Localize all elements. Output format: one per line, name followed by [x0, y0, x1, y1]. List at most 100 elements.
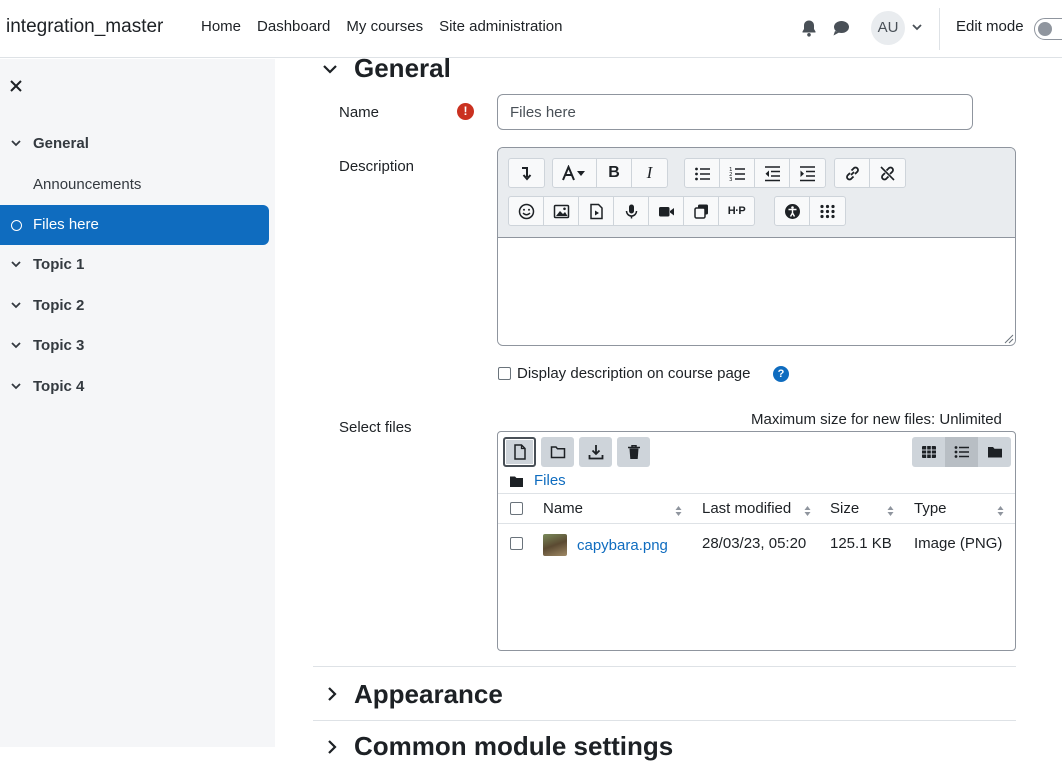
drawer-section-topic-2[interactable]: Topic 2	[0, 286, 269, 326]
chevron-down-icon[interactable]	[10, 258, 22, 270]
edit-mode-toggle[interactable]	[1034, 18, 1062, 40]
list-view-button[interactable]	[945, 437, 978, 467]
main-content: General Name ! Description B I	[275, 53, 1062, 761]
collapse-icon[interactable]	[509, 159, 544, 187]
icon-view-button[interactable]	[912, 437, 945, 467]
drawer-item-label: General	[33, 135, 89, 152]
delete-button[interactable]	[617, 437, 650, 467]
bold-icon[interactable]: B	[597, 159, 632, 187]
tree-view-button[interactable]	[978, 437, 1011, 467]
column-last-modified[interactable]: Last modified	[702, 500, 791, 517]
help-icon[interactable]: ?	[773, 366, 789, 382]
name-input[interactable]	[497, 94, 973, 130]
drawer-item-label: Topic 4	[33, 378, 85, 395]
file-manager: Files Name Last modified Size Type capyb…	[497, 431, 1016, 651]
ordered-list-icon[interactable]: 123	[720, 159, 755, 187]
toolbar-group-style: B I	[552, 158, 668, 188]
drawer-section-topic-4[interactable]: Topic 4	[0, 367, 269, 407]
top-navbar: integration_master Home Dashboard My cou…	[0, 0, 1062, 58]
user-avatar[interactable]: AU	[871, 11, 905, 45]
file-name-link[interactable]: capybara.png	[577, 537, 668, 554]
chevron-down-icon[interactable]	[10, 299, 22, 311]
section-heading-general[interactable]: General	[354, 53, 451, 84]
add-file-button[interactable]	[503, 437, 536, 467]
manage-files-icon[interactable]	[684, 197, 719, 225]
record-audio-icon[interactable]	[614, 197, 649, 225]
chevron-down-icon[interactable]	[10, 339, 22, 351]
column-type[interactable]: Type	[914, 500, 947, 517]
file-type: Image (PNG)	[914, 535, 1003, 552]
drawer-item-label: Topic 2	[33, 297, 85, 314]
nav-site-administration[interactable]: Site administration	[439, 18, 562, 35]
download-button[interactable]	[579, 437, 612, 467]
toolbar-group-links	[834, 158, 906, 188]
image-icon[interactable]	[544, 197, 579, 225]
indent-icon[interactable]	[790, 159, 825, 187]
file-icon	[513, 444, 526, 460]
column-name[interactable]: Name	[543, 500, 583, 517]
unlink-icon[interactable]	[870, 159, 905, 187]
description-label: Description	[339, 158, 415, 175]
file-checkbox[interactable]	[510, 537, 523, 550]
resize-handle-icon[interactable]	[1002, 332, 1014, 344]
media-icon[interactable]	[579, 197, 614, 225]
drawer-section-topic-1[interactable]: Topic 1	[0, 245, 269, 285]
toolbar-group-accessibility	[774, 196, 846, 226]
italic-icon[interactable]: I	[632, 159, 667, 187]
screenreader-helper-icon[interactable]	[810, 197, 845, 225]
primary-navigation: Home Dashboard My courses Site administr…	[201, 18, 563, 35]
toolbar-group-collapse	[508, 158, 545, 188]
select-files-label: Select files	[339, 419, 412, 436]
drawer-section-general[interactable]: General	[0, 124, 269, 164]
name-label: Name	[339, 104, 380, 121]
chevron-right-icon[interactable]	[324, 686, 340, 702]
create-folder-button[interactable]	[541, 437, 574, 467]
drawer-item-label: Topic 3	[33, 337, 85, 354]
messages-icon[interactable]	[831, 18, 851, 38]
display-description-label[interactable]: Display description on course page	[517, 365, 750, 382]
file-modified: 28/03/23, 05:20	[702, 535, 807, 552]
chevron-down-icon[interactable]	[10, 380, 22, 392]
drawer-section-topic-3[interactable]: Topic 3	[0, 326, 269, 366]
drawer-item-files-here[interactable]: Files here	[0, 205, 269, 245]
accessibility-icon[interactable]	[775, 197, 810, 225]
sort-icon[interactable]	[887, 505, 894, 517]
section-heading-appearance[interactable]: Appearance	[354, 679, 503, 710]
drawer-item-announcements[interactable]: Announcements	[0, 165, 269, 205]
sort-icon[interactable]	[997, 505, 1004, 517]
description-editor-area[interactable]	[498, 239, 1015, 345]
section-divider	[313, 720, 1016, 721]
bell-icon[interactable]	[799, 18, 819, 38]
sort-icon[interactable]	[804, 505, 811, 517]
download-icon	[588, 445, 603, 460]
site-name[interactable]: integration_master	[6, 16, 163, 38]
view-switcher	[912, 437, 1011, 467]
trash-icon	[627, 445, 640, 459]
display-description-checkbox[interactable]	[498, 367, 511, 380]
outdent-icon[interactable]	[755, 159, 790, 187]
table-row[interactable]: capybara.png 28/03/23, 05:20 125.1 KB Im…	[498, 524, 1015, 564]
chevron-down-icon[interactable]	[10, 137, 22, 149]
path-files-link[interactable]: Files	[534, 472, 566, 489]
section-divider	[313, 666, 1016, 667]
emoji-icon[interactable]	[509, 197, 544, 225]
drawer-item-label: Announcements	[33, 176, 142, 193]
chevron-down-icon[interactable]	[322, 61, 338, 77]
font-style-icon[interactable]	[553, 159, 597, 187]
chevron-right-icon[interactable]	[324, 739, 340, 755]
description-editor: B I 123 H·P	[497, 147, 1016, 346]
h5p-icon[interactable]: H·P	[719, 197, 754, 225]
sort-icon[interactable]	[675, 505, 682, 517]
svg-text:3: 3	[729, 177, 733, 182]
nav-dashboard[interactable]: Dashboard	[257, 18, 330, 35]
record-video-icon[interactable]	[649, 197, 684, 225]
folder-icon	[510, 476, 523, 487]
nav-my-courses[interactable]: My courses	[346, 18, 423, 35]
unordered-list-icon[interactable]	[685, 159, 720, 187]
nav-home[interactable]: Home	[201, 18, 241, 35]
link-icon[interactable]	[835, 159, 870, 187]
chevron-down-icon[interactable]	[911, 21, 923, 33]
select-all-checkbox[interactable]	[510, 502, 523, 515]
column-size[interactable]: Size	[830, 500, 859, 517]
close-icon[interactable]	[9, 79, 23, 93]
